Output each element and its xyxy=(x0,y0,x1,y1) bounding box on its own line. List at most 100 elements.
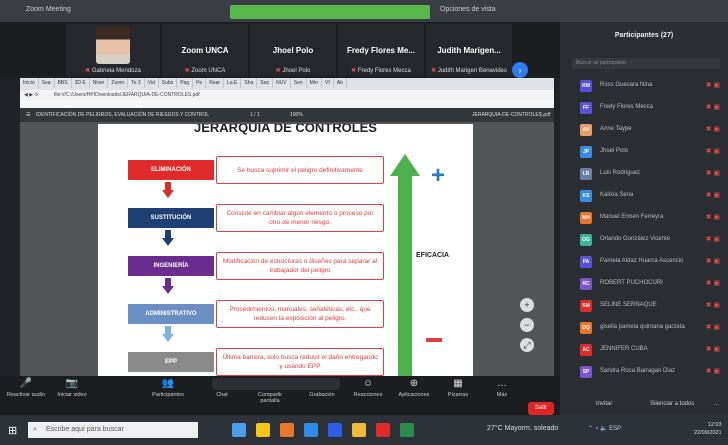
taskbar-app-icon[interactable] xyxy=(304,423,318,437)
browser-tab[interactable]: NUV xyxy=(273,78,291,88)
participant-name: Fredy Flores Mecca xyxy=(357,68,411,74)
down-arrow-stem xyxy=(165,182,171,190)
participant-row[interactable]: JP Jhoel Polo ✖ ▣ xyxy=(560,142,728,162)
screen-share-banner[interactable] xyxy=(230,5,430,19)
zoom-out-button[interactable]: − xyxy=(520,318,534,332)
control-pizarras[interactable]: ▦ Pizarras xyxy=(436,378,480,398)
browser-tab[interactable]: Sen xyxy=(291,78,307,88)
network-icon[interactable]: ◔ xyxy=(595,426,599,432)
video-gallery: ✖ Gabriela Mendoza Zoom UNCA ✖ Zoom UNCA… xyxy=(0,22,560,78)
muted-mic-icon: ✖ ▣ xyxy=(705,302,720,309)
participant-row[interactable]: SP Sandra Roca Barragan Diaz ✖ ▣ xyxy=(560,362,728,382)
control-icon: … xyxy=(497,378,507,389)
muted-mic-icon: ✖ xyxy=(85,68,91,74)
view-options-button[interactable]: Opciones de vista xyxy=(440,6,496,13)
browser-tab[interactable]: 3D E xyxy=(72,78,90,88)
participant-row[interactable]: PA Pamela Aldaz Huarca Ascencio ✖ ▣ xyxy=(560,252,728,272)
browser-tab[interactable]: Rear xyxy=(206,78,225,88)
browser-tab[interactable]: Niver xyxy=(90,78,109,88)
participant-search-input[interactable]: Buscar un participante xyxy=(572,58,720,69)
taskbar-app-icon[interactable] xyxy=(352,423,366,437)
browser-tab[interactable]: Inicio xyxy=(20,78,39,88)
more-options-button[interactable]: ... xyxy=(714,401,719,407)
control-participantes[interactable]: 👥 Participantes xyxy=(146,378,190,398)
chevron-up-icon[interactable]: ⌃ xyxy=(588,426,593,432)
nav-arrows-icon[interactable]: ◀ ▶ ⟳ xyxy=(24,92,39,98)
browser-tab[interactable]: BBS xyxy=(55,78,72,88)
browser-tab[interactable]: Pag xyxy=(177,78,194,88)
participant-tile[interactable]: Zoom UNCA ✖ Zoom UNCA xyxy=(162,24,248,76)
language-indicator[interactable]: ESP xyxy=(609,426,621,432)
menu-icon[interactable]: ☰ xyxy=(26,112,30,118)
browser-tab[interactable]: La E xyxy=(224,78,242,88)
address-url[interactable]: file:///C:/Users/HP/Downloads/JERARQUIA-… xyxy=(54,92,200,98)
taskbar-clock[interactable]: 12:03 22/09/2021 xyxy=(694,421,722,437)
shared-screen-browser: Inicio Sea BBS 3D E Niver Zoom Te 3 Vid Subs Pag P… xyxy=(20,78,554,376)
browser-tab-strip: Inicio Sea BBS 3D E Niver Zoom Te 3 Vid Subs Pag P… xyxy=(20,78,554,90)
participant-row[interactable]: RM Ross Guevara Nina ✖ ▣ xyxy=(560,76,728,96)
participant-tile[interactable]: Fredy Flores Me... ✖ Fredy Flores Mecca xyxy=(338,24,424,76)
control-iniciar-video[interactable]: 📷 Iniciar video xyxy=(50,378,94,398)
level-desc-ppe: Última barrera, solo busca reducir el da… xyxy=(216,348,384,376)
browser-tab[interactable]: Zoom xyxy=(108,78,129,88)
browser-tab[interactable]: Sha xyxy=(241,78,258,88)
participant-row[interactable]: RC ROBERT PUCHOCURI ✖ ▣ xyxy=(560,274,728,294)
weather-widget[interactable]: 27°C Mayorm. soleado xyxy=(487,425,558,432)
participant-display-name: Zoom UNCA xyxy=(181,46,229,55)
participant-tile[interactable]: Jhoel Polo ✖ Jhoel Polo xyxy=(250,24,336,76)
browser-tab[interactable]: Subs xyxy=(159,78,178,88)
system-tray[interactable]: ⌃ ◔ 🔈 ESP xyxy=(588,425,621,432)
more-icon[interactable]: ⋮ xyxy=(538,112,543,118)
control-reacciones[interactable]: ☺ Reacciones xyxy=(346,378,390,398)
participant-row[interactable]: DQ gisella pamela quintana garzeta ✖ ▣ xyxy=(560,318,728,338)
taskbar-app-icon[interactable] xyxy=(232,423,246,437)
participant-row[interactable]: AV Anne Taype ✖ ▣ xyxy=(560,120,728,140)
address-bar[interactable]: ◀ ▶ ⟳ file:///C:/Users/HP/Downloads/JERA… xyxy=(20,90,554,100)
participant-row[interactable]: FF Fredy Flores Mecca ✖ ▣ xyxy=(560,98,728,118)
participant-row[interactable]: KS Kalixia Sena ✖ ▣ xyxy=(560,186,728,206)
browser-tab[interactable]: Pe xyxy=(193,78,207,88)
browser-tab[interactable]: Sep xyxy=(257,78,274,88)
taskbar-app-icon[interactable] xyxy=(256,423,270,437)
participant-row[interactable]: AC JENNIFER CUBA ✖ ▣ xyxy=(560,340,728,360)
window-title: Zoom Meeting xyxy=(26,6,71,13)
control-m-s[interactable]: … Más xyxy=(480,378,524,398)
browser-tab[interactable]: Te 3 xyxy=(128,78,145,88)
browser-tab[interactable]: Sea xyxy=(39,78,55,88)
down-arrow-icon xyxy=(162,190,174,198)
browser-tab[interactable]: Vf xyxy=(322,78,334,88)
level-label-elimination: ELIMINACIÓN xyxy=(128,160,214,180)
mute-all-button[interactable]: Silenciar a todos xyxy=(650,401,694,407)
participant-row[interactable]: LR Luis Rodriguez ✖ ▣ xyxy=(560,164,728,184)
browser-tab[interactable]: Mm xyxy=(307,78,322,88)
control-reactivar-audio[interactable]: 🎤 Reactivar audio xyxy=(4,378,48,398)
taskbar-app-icon[interactable] xyxy=(280,423,294,437)
participant-row[interactable]: OG Orlando González Vicente ✖ ▣ xyxy=(560,230,728,250)
next-page-icon[interactable]: › xyxy=(512,62,528,78)
pdf-zoom-level[interactable]: 100% xyxy=(290,112,303,118)
shared-app-dock[interactable] xyxy=(212,378,340,390)
participant-row[interactable]: MH Manuel Ermen Ferreyra ✖ ▣ xyxy=(560,208,728,228)
participant-name: JENNIFER CUBA xyxy=(600,346,648,352)
browser-tab[interactable]: Vid xyxy=(145,78,159,88)
leave-meeting-button[interactable]: Salir xyxy=(528,402,554,415)
taskbar-app-icon[interactable] xyxy=(328,423,342,437)
taskbar-search-input[interactable]: ⌕ Escribe aquí para buscar xyxy=(28,422,198,438)
invite-button[interactable]: Invitar xyxy=(596,401,612,407)
level-label-administrative: ADMINISTRATIVO xyxy=(128,304,214,324)
taskbar-app-icon[interactable] xyxy=(376,423,390,437)
participant-photo xyxy=(96,26,130,64)
participant-tile[interactable]: Judith Marigen... ✖ Judith Marigen Benav… xyxy=(426,24,512,76)
volume-icon[interactable]: 🔈 xyxy=(600,426,607,432)
windows-start-icon[interactable]: ⊞ xyxy=(8,424,17,437)
participant-tile[interactable]: ✖ Gabriela Mendoza xyxy=(66,24,160,76)
fit-page-button[interactable]: ⤢ xyxy=(520,338,534,352)
taskbar-app-icon[interactable] xyxy=(400,423,414,437)
browser-tab[interactable]: Ab xyxy=(334,78,347,88)
control-aplicaciones[interactable]: ⊕ Aplicaciones xyxy=(392,378,436,398)
participant-row[interactable]: SM SELINE SERNAQUE ✖ ▣ xyxy=(560,296,728,316)
level-desc-administrative: Procedimientos, manuales, señaléticas, e… xyxy=(216,300,384,328)
participant-name: Sandra Roca Barragan Diaz xyxy=(600,368,676,374)
zoom-in-button[interactable]: + xyxy=(520,298,534,312)
muted-mic-icon: ✖ xyxy=(275,68,281,74)
